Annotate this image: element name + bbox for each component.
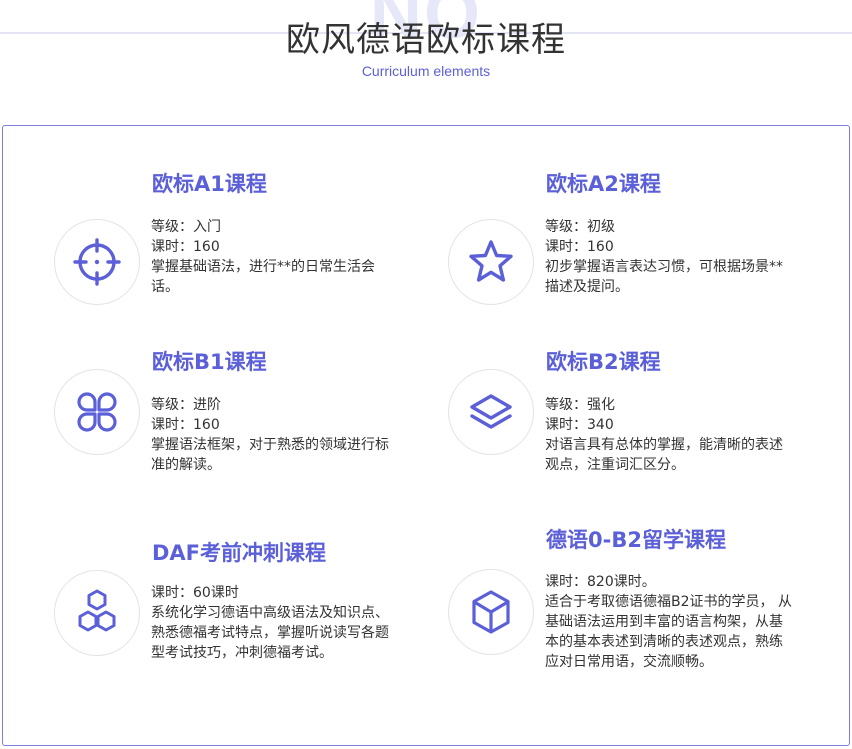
layers-icon xyxy=(448,369,534,455)
course-description: 课时：820课时。 适合于考取德语德福B2证书的学员， 从基础语法运用到丰富的语… xyxy=(545,572,793,672)
course-hours: 课时：160 xyxy=(151,239,220,255)
course-summary: 掌握基础语法，进行**的日常生活会话。 xyxy=(151,259,375,295)
course-description: 等级：初级 课时：160 初步掌握语言表达习惯，可根据场景**描述及提问。 xyxy=(545,217,793,297)
course-summary: 系统化学习德语中高级语法及知识点、熟悉德福考试特点，掌握听说读写各题型考试技巧，… xyxy=(151,605,389,661)
crosshair-icon xyxy=(54,219,140,305)
course-card-daf[interactable]: DAF考前冲刺课程 课时：60课时 系统化学习德语中高级语法及知识点、熟悉德福考… xyxy=(54,534,414,704)
course-summary: 初步掌握语言表达习惯，可根据场景**描述及提问。 xyxy=(545,259,783,295)
course-hours: 课时：160 xyxy=(151,417,220,433)
course-card-a2[interactable]: 欧标A2课程 等级：初级 课时：160 初步掌握语言表达习惯，可根据场景**描述… xyxy=(448,166,808,316)
course-title: 德语0-B2留学课程 xyxy=(546,528,726,552)
course-title: 欧标A2课程 xyxy=(546,172,661,196)
course-card-b2[interactable]: 欧标B2课程 等级：强化 课时：340 对语言具有总体的掌握，能清晰的表述观点，… xyxy=(448,345,808,495)
course-hours: 课时：60课时 xyxy=(151,585,239,601)
course-description: 等级：进阶 课时：160 掌握语法框架，对于熟悉的领域进行标准的解读。 xyxy=(151,395,399,475)
course-level: 等级：入门 xyxy=(151,219,221,235)
course-level: 等级：进阶 xyxy=(151,397,221,413)
course-summary: 掌握语法框架，对于熟悉的领域进行标准的解读。 xyxy=(151,437,389,473)
course-card-b1[interactable]: 欧标B1课程 等级：进阶 课时：160 掌握语法框架，对于熟悉的领域进行标准的解… xyxy=(54,345,414,495)
course-title: DAF考前冲刺课程 xyxy=(152,541,327,565)
course-level: 等级：强化 xyxy=(545,397,615,413)
course-description: 等级：强化 课时：340 对语言具有总体的掌握，能清晰的表述观点，注重词汇区分。 xyxy=(545,395,793,475)
page-title: 欧风德语欧标课程 xyxy=(286,20,566,60)
course-level: 等级：初级 xyxy=(545,219,615,235)
star-icon xyxy=(448,219,534,305)
course-title: 欧标B1课程 xyxy=(152,350,267,374)
course-hours: 课时：340 xyxy=(545,417,614,433)
course-hours: 课时：160 xyxy=(545,239,614,255)
page-subtitle: Curriculum elements xyxy=(361,63,491,79)
hexagons-icon xyxy=(54,570,140,656)
course-title: 欧标B2课程 xyxy=(546,350,661,374)
course-hours: 课时：820课时。 xyxy=(545,574,656,590)
course-title: 欧标A1课程 xyxy=(152,172,267,196)
course-summary: 适合于考取德语德福B2证书的学员， 从基础语法运用到丰富的语言构架，从基本的基本… xyxy=(545,594,792,670)
course-card-a1[interactable]: 欧标A1课程 等级：入门 课时：160 掌握基础语法，进行**的日常生活会话。 xyxy=(54,166,414,316)
course-description: 等级：入门 课时：160 掌握基础语法，进行**的日常生活会话。 xyxy=(151,217,399,297)
section-header: NO 欧风德语欧标课程 Curriculum elements xyxy=(0,0,852,100)
course-card-0-b2[interactable]: 德语0-B2留学课程 课时：820课时。 适合于考取德语德福B2证书的学员， 从… xyxy=(448,526,808,706)
cube-icon xyxy=(448,569,534,655)
course-description: 课时：60课时 系统化学习德语中高级语法及知识点、熟悉德福考试特点，掌握听说读写… xyxy=(151,583,399,663)
courses-panel: 欧标A1课程 等级：入门 课时：160 掌握基础语法，进行**的日常生活会话。 … xyxy=(2,125,850,746)
four-leaf-icon xyxy=(54,369,140,455)
course-summary: 对语言具有总体的掌握，能清晰的表述观点，注重词汇区分。 xyxy=(545,437,783,473)
